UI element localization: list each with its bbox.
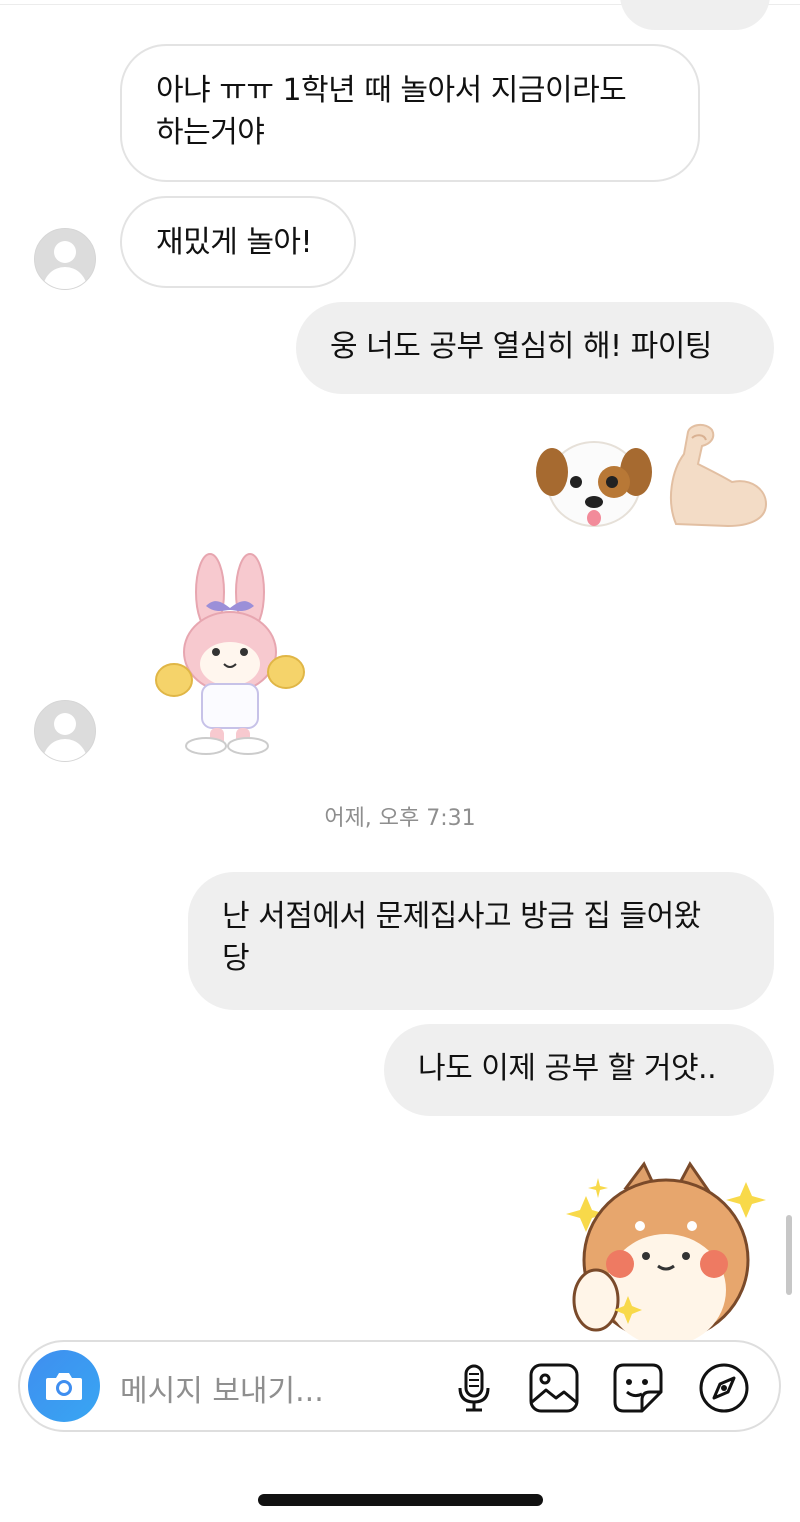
gallery-icon (529, 1363, 579, 1413)
flexed-biceps[interactable] (662, 420, 770, 530)
contact-avatar[interactable] (34, 700, 96, 762)
dog-animoji[interactable] (536, 432, 652, 532)
microphone-icon (458, 1364, 490, 1412)
received-message[interactable]: 아냐 ㅠㅠ 1학년 때 놀아서 지금이라도 하는거야 (120, 44, 700, 182)
microphone-button[interactable] (448, 1362, 500, 1414)
timestamp-divider: 어제, 오후 7:31 (324, 806, 476, 831)
message-input[interactable]: 메시지 보내기... (120, 1366, 324, 1410)
sticker-button[interactable] (612, 1362, 664, 1414)
sent-message[interactable]: 웅 너도 공부 열심히 해! 파이팅 (296, 302, 774, 394)
camera-button[interactable] (28, 1350, 100, 1422)
message-composer: 메시지 보내기... (18, 1340, 781, 1432)
explore-button[interactable] (698, 1362, 750, 1414)
received-message[interactable]: 재밌게 놀아! (120, 196, 356, 288)
contact-avatar[interactable] (34, 228, 96, 290)
explore-icon (699, 1363, 749, 1413)
gallery-button[interactable] (528, 1362, 580, 1414)
home-indicator[interactable] (258, 1494, 543, 1506)
sent-message[interactable]: 나도 이제 공부 할 거얏.. (384, 1024, 774, 1116)
camera-icon (46, 1373, 82, 1400)
sticker-icon (613, 1363, 663, 1413)
shiba-dog-sparkle-sticker[interactable] (562, 1160, 774, 1340)
sent-message[interactable]: 난 서점에서 문제집사고 방금 집 들어왔 당 (188, 872, 774, 1010)
pink-bunny-cheer-sticker[interactable] (154, 552, 306, 756)
sent-bubble-partial[interactable] (620, 0, 770, 30)
scrollbar[interactable] (786, 1215, 792, 1295)
